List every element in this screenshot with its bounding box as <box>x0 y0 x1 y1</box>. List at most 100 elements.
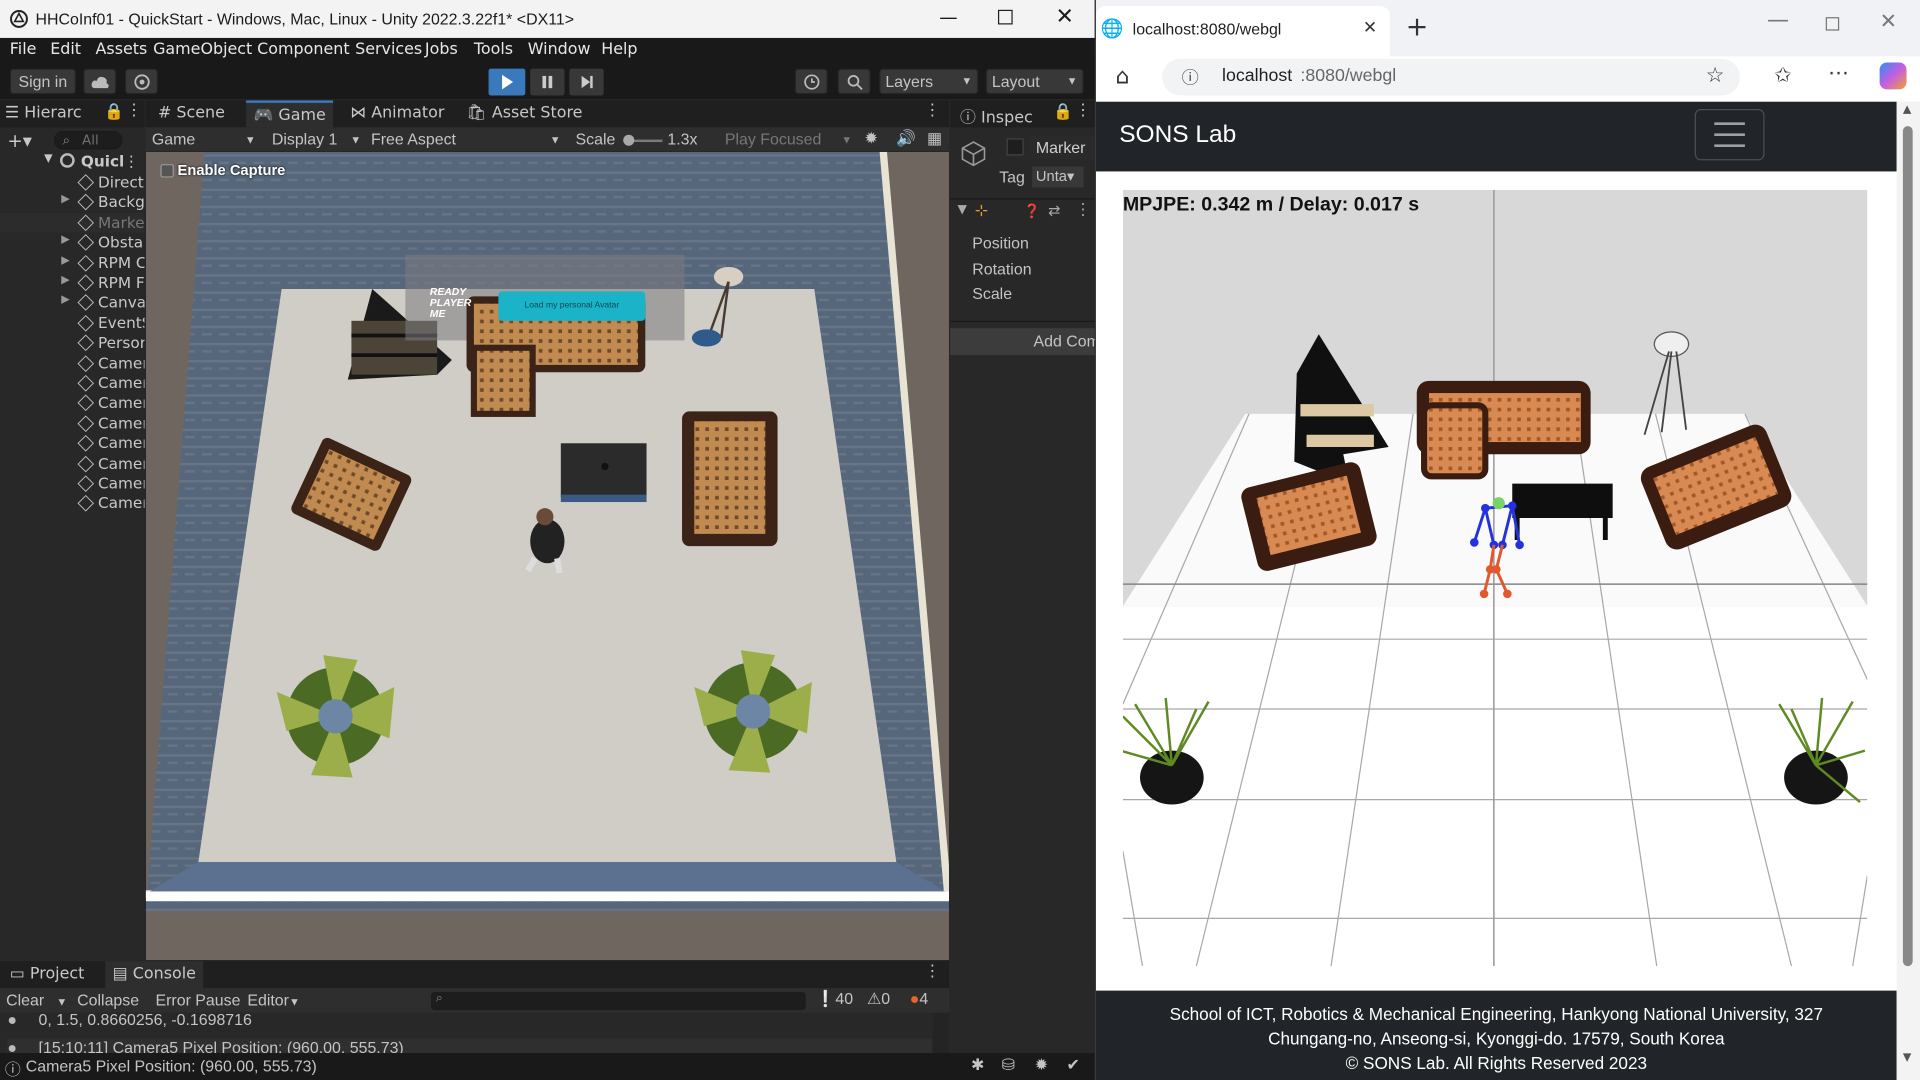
favorites-icon[interactable]: ✩ <box>1774 64 1791 88</box>
stats-icon[interactable]: ▦ <box>927 129 942 149</box>
maximize-icon[interactable] <box>997 9 1013 25</box>
error-pause-toggle[interactable]: Error Pause <box>156 991 241 1009</box>
scroll-down-icon[interactable]: ▼ <box>1903 1052 1911 1064</box>
clear-button[interactable]: Clear ▼ <box>6 991 67 1009</box>
layers-status-icon[interactable]: ⛁ <box>1002 1056 1015 1076</box>
hierarchy-item[interactable]: ▶ Backg <box>0 193 144 213</box>
more-options-icon[interactable]: ⋮ <box>1075 201 1091 219</box>
menu-jobs[interactable]: Jobs <box>425 40 458 58</box>
load-avatar-button[interactable]: Load my personal Avatar <box>498 291 646 321</box>
sign-in-button[interactable]: Sign in <box>9 68 76 95</box>
browser-tab[interactable]: 🌐 localhost:8080/webgl ✕ <box>1095 6 1390 57</box>
help-icon[interactable]: ❓ <box>1024 203 1041 219</box>
warning-count-toggle[interactable]: ⚠0 <box>867 989 890 1009</box>
lock-icon[interactable]: 🔒 <box>104 103 124 121</box>
hierarchy-item[interactable]: Camer <box>0 434 144 454</box>
hierarchy-item[interactable]: Camer <box>0 353 144 373</box>
search-icon[interactable] <box>837 68 871 95</box>
tab-inspector[interactable]: ⓘ Inspec <box>960 104 1041 127</box>
add-component-button[interactable]: Add Com <box>950 328 1095 356</box>
add-icon[interactable]: +▾ <box>7 130 32 152</box>
menu-component[interactable]: Component <box>257 40 349 58</box>
more-options-icon[interactable]: ⋮ <box>1075 102 1091 120</box>
hierarchy-item[interactable]: ▶ Canva <box>0 293 144 313</box>
log-entry[interactable]: ● 0, 1.5, 0.8660256, -0.1698716 <box>7 1013 931 1033</box>
new-tab-icon[interactable]: + <box>1406 12 1429 43</box>
close-icon[interactable]: ✕ <box>1056 4 1074 30</box>
cloud-icon[interactable] <box>83 68 117 95</box>
tab-project[interactable]: ▭ Project <box>10 965 85 983</box>
scrollbar-thumb[interactable] <box>1902 126 1913 967</box>
hierarchy-scene-root[interactable]: ▼ Quicl ⋮ <box>0 152 144 172</box>
hierarchy-item[interactable]: Camer <box>0 454 144 474</box>
info-count-toggle[interactable]: ❕40 <box>816 989 854 1009</box>
tab-asset-store[interactable]: 🛍 Asset Store <box>467 104 583 122</box>
tag-dropdown[interactable]: Unta▾ <box>1032 166 1084 188</box>
tab-animator[interactable]: ⋈ Animator <box>350 104 444 122</box>
editor-dropdown[interactable]: Editor▼ <box>247 991 300 1009</box>
hierarchy-item[interactable]: Camer <box>0 394 144 414</box>
hierarchy-item[interactable]: Persor <box>0 333 144 353</box>
undo-history-icon[interactable] <box>794 68 828 95</box>
menu-file[interactable]: File <box>10 40 37 58</box>
debug-icon[interactable]: ✹ <box>1035 1056 1048 1076</box>
audio-icon[interactable]: 🔊 <box>896 129 916 149</box>
object-name-field[interactable]: Marker <box>1031 135 1095 160</box>
expand-icon[interactable]: ▶ <box>61 294 69 306</box>
play-button[interactable] <box>488 68 526 96</box>
hierarchy-item[interactable]: EventS <box>0 313 144 333</box>
active-checkbox[interactable] <box>1006 138 1024 156</box>
webgl-canvas[interactable]: MPJPE: 0.342 m / Delay: 0.017 s <box>1122 189 1868 967</box>
expand-icon[interactable]: ▼ <box>958 203 967 216</box>
tab-hierarchy[interactable]: ☰ Hierarc <box>5 104 91 122</box>
console-search-input[interactable]: ⌕ <box>431 991 806 1011</box>
expand-icon[interactable]: ▶ <box>61 194 69 206</box>
maximize-icon[interactable] <box>1825 17 1840 31</box>
minimize-icon[interactable]: — <box>939 6 957 28</box>
error-count-toggle[interactable]: ●4 <box>910 989 928 1007</box>
play-focused-dropdown[interactable]: Play Focused ▼ <box>725 130 852 148</box>
console-scrollbar[interactable] <box>933 1012 949 1054</box>
more-options-icon[interactable]: ⋯ <box>1828 61 1849 85</box>
scale-slider[interactable] <box>623 134 663 146</box>
menu-window[interactable]: Window <box>528 40 591 58</box>
site-info-icon[interactable]: ⓘ <box>1182 65 1199 89</box>
tab-game[interactable]: 🎮 Game <box>246 100 334 128</box>
hierarchy-search-input[interactable]: ⌕ All <box>53 131 123 150</box>
hierarchy-item[interactable]: Camer <box>0 474 144 494</box>
lock-icon[interactable]: 🔒 <box>1053 103 1073 121</box>
hierarchy-item[interactable]: ▶ RPM F <box>0 273 144 293</box>
close-tab-icon[interactable]: ✕ <box>1363 18 1377 38</box>
menu-gameobject[interactable]: GameObject <box>153 40 252 58</box>
game-viewport[interactable]: Enable Capture READY PLAYER ME Load my p… <box>145 151 949 961</box>
hierarchy-item[interactable]: Marke <box>0 212 145 233</box>
hierarchy-item[interactable]: ▶ RPM C <box>0 253 144 273</box>
menu-assets[interactable]: Assets <box>96 40 148 58</box>
hierarchy-item[interactable]: Camer <box>0 373 144 393</box>
preset-icon[interactable]: ⇄ <box>1048 202 1060 219</box>
hierarchy-item[interactable]: Camer <box>0 494 144 514</box>
hierarchy-item[interactable]: Camer <box>0 414 144 434</box>
menu-tools[interactable]: Tools <box>474 40 513 58</box>
collab-icon[interactable] <box>124 68 158 95</box>
layout-dropdown[interactable]: Layout ▼ <box>985 68 1084 95</box>
minimize-icon[interactable]: — <box>1767 7 1789 33</box>
more-options-icon[interactable]: ⋮ <box>124 152 139 170</box>
expand-icon[interactable]: ▶ <box>61 254 69 266</box>
menu-services[interactable]: Services <box>355 40 422 58</box>
game-view-dropdown[interactable]: Game ▼ <box>152 130 256 148</box>
step-button[interactable] <box>569 68 604 96</box>
log-entry[interactable]: ● [15:10:11] Camera5 Pixel Position: (96… <box>7 1038 932 1054</box>
tab-console[interactable]: ▤ Console <box>105 961 204 989</box>
page-scrollbar[interactable]: ▲ ▼ <box>1896 101 1920 1080</box>
layers-dropdown[interactable]: Layers ▼ <box>879 68 979 95</box>
gizmo-icon[interactable]: ✱ <box>971 1056 984 1076</box>
star-icon[interactable]: ☆ <box>1706 64 1725 88</box>
enable-capture-checkbox[interactable] <box>160 164 174 178</box>
more-options-icon[interactable]: ⋮ <box>924 102 940 120</box>
expand-icon[interactable]: ▶ <box>61 234 69 246</box>
pause-button[interactable] <box>530 68 565 96</box>
url-input[interactable]: ⓘ localhost :8080/webgl ☆ <box>1162 58 1741 96</box>
hierarchy-item[interactable]: Direct <box>0 173 144 193</box>
scroll-up-icon[interactable]: ▲ <box>1903 104 1911 116</box>
